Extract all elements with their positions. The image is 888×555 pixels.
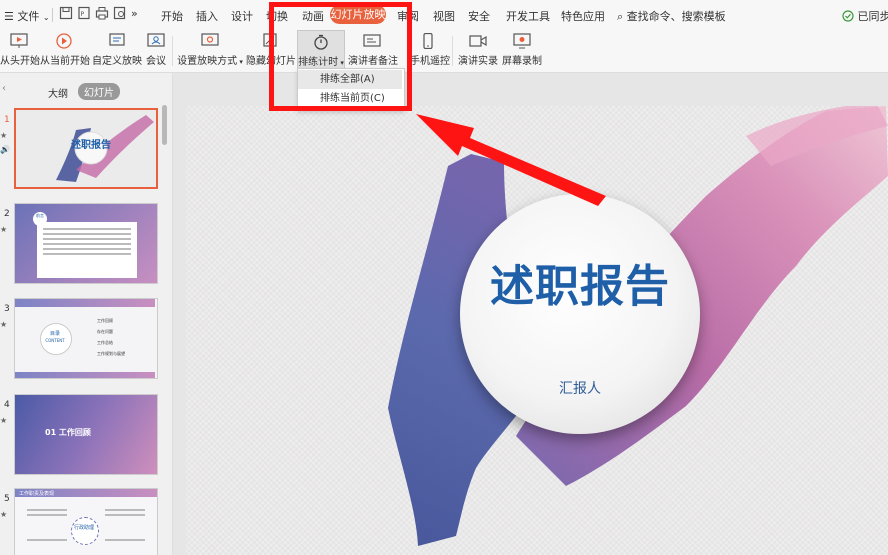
ribbon-toolbar: 从头开始 从当前开始 自定义放映 会议 设置放映方式 ▾ 隐藏幻灯片 排练计时 … xyxy=(0,30,888,73)
slide-panel: 大纲 幻灯片 ‹ 1 ★ 🔊 述职报告 2 ★ 前言 3 ★ 目录 CONTEN… xyxy=(0,73,173,555)
thumb-toc-item: 工作总结 xyxy=(97,340,113,345)
phone-remote-button[interactable]: 手机遥控 xyxy=(410,30,450,72)
thumb-toc-subtitle: CONTENT xyxy=(45,338,65,343)
slide-thumbnail-2[interactable]: 前言 xyxy=(14,203,158,284)
thumb-toc-item: 工作规划与展望 xyxy=(97,351,125,356)
save-icon[interactable] xyxy=(59,6,73,20)
slide-subtitle[interactable]: 汇报人 xyxy=(460,378,700,398)
screen-record-icon xyxy=(513,33,531,49)
thumb-text-box xyxy=(37,222,137,278)
meeting-icon xyxy=(147,33,165,47)
tab-transition[interactable]: 切换 xyxy=(266,8,288,24)
stopwatch-icon xyxy=(314,34,328,50)
slide-thumbnail-5[interactable]: 工作职责及表现 行政助理 xyxy=(14,488,158,555)
meeting-button[interactable]: 会议 xyxy=(144,30,168,72)
tab-slideshow[interactable]: 幻灯片放映 xyxy=(330,5,386,24)
print-icon[interactable] xyxy=(95,6,109,20)
phone-icon xyxy=(423,33,433,49)
play-from-start-button[interactable]: 从头开始 xyxy=(0,30,40,72)
slide-number: 4 xyxy=(4,400,10,410)
command-search[interactable]: ⌕ 查找命令、搜索模板 xyxy=(617,8,726,24)
animation-star-icon: ★ xyxy=(0,416,8,425)
speaker-notes-icon xyxy=(363,34,381,47)
animation-star-icon: ★ xyxy=(0,510,8,519)
cloud-sync-icon xyxy=(842,10,854,22)
animation-star-icon: ★ xyxy=(0,225,8,234)
animation-star-icon: ★ xyxy=(0,131,8,140)
tab-slides[interactable]: 幻灯片 xyxy=(78,83,120,100)
tab-home[interactable]: 开始 xyxy=(161,8,183,24)
hide-slide-button[interactable]: 隐藏幻灯片 xyxy=(246,30,296,72)
play-from-start-icon xyxy=(10,33,28,48)
rehearse-timing-button[interactable]: 排练计时 ▾ xyxy=(297,30,345,72)
custom-show-button[interactable]: 自定义放映 xyxy=(92,30,142,72)
tab-outline[interactable]: 大纲 xyxy=(48,85,68,100)
slide-number: 3 xyxy=(4,304,10,314)
slide-thumbnail-1[interactable]: 述职报告 xyxy=(14,108,158,189)
rehearse-timing-menu: 排练全部(A) 排练当前页(C) xyxy=(297,68,405,111)
slide-canvas[interactable]: 述职报告 汇报人 xyxy=(186,106,888,555)
tab-view[interactable]: 视图 xyxy=(433,8,455,24)
thumb-slide-5-badge: 行政助理 xyxy=(73,525,94,531)
record-presentation-button[interactable]: 演讲实录 xyxy=(457,30,499,72)
slide-number: 5 xyxy=(4,494,10,504)
rehearse-all-item[interactable]: 排练全部(A) xyxy=(298,70,402,89)
slide-number: 2 xyxy=(4,209,10,219)
thumb-toc-item: 存在问题 xyxy=(97,329,113,334)
play-current-icon xyxy=(56,33,72,49)
search-icon: ⌕ xyxy=(617,10,624,23)
export-pdf-icon[interactable]: P xyxy=(77,6,91,20)
slideshow-settings-icon xyxy=(201,33,219,46)
thumb-title: 述职报告 xyxy=(71,140,111,151)
custom-show-icon xyxy=(109,33,125,46)
hide-slide-icon xyxy=(263,33,277,47)
tab-security[interactable]: 安全 xyxy=(468,8,490,24)
slide-thumbnail-3[interactable]: 目录 CONTENT 工作回顾 存在问题 工作总结 工作规划与展望 xyxy=(14,298,158,379)
play-from-current-button[interactable]: 从当前开始 xyxy=(40,30,90,72)
thumb-section-title: 01 工作回顾 xyxy=(45,428,91,437)
tab-developer[interactable]: 开发工具 xyxy=(506,8,550,24)
tab-animation[interactable]: 动画 xyxy=(302,8,324,24)
menu-bar: ☰ 文件 ⌄ P » 开始 插入 设计 切换 动画 幻灯片放映 审阅 视图 安全… xyxy=(0,0,888,30)
rehearse-current-item[interactable]: 排练当前页(C) xyxy=(298,89,402,108)
panel-scrollbar[interactable] xyxy=(162,105,167,145)
tab-special-apps[interactable]: 特色应用 xyxy=(561,8,605,24)
slideshow-settings-button[interactable]: 设置放映方式 ▾ xyxy=(177,30,243,72)
animation-star-icon: ★ xyxy=(0,320,8,329)
speaker-notes-button[interactable]: 演讲者备注 xyxy=(348,30,398,72)
file-menu[interactable]: ☰ 文件 ⌄ xyxy=(4,8,50,24)
tab-insert[interactable]: 插入 xyxy=(196,8,218,24)
sync-status[interactable]: 已同步 xyxy=(842,8,888,24)
title-circle xyxy=(460,194,700,434)
svg-text:P: P xyxy=(81,11,85,18)
slide-thumbnail-4[interactable]: 01 工作回顾 xyxy=(14,394,158,475)
tab-design[interactable]: 设计 xyxy=(231,8,253,24)
panel-collapse-icon[interactable]: ‹ xyxy=(2,83,6,94)
thumb-toc-title: 目录 xyxy=(49,331,60,337)
thumb-toc-item: 工作回顾 xyxy=(97,318,113,323)
thumb-slide-5-title: 工作职责及表现 xyxy=(19,491,55,497)
print-preview-icon[interactable] xyxy=(113,6,127,20)
chevron-down-icon: ⌄ xyxy=(42,13,50,22)
hamburger-icon: ☰ xyxy=(4,10,14,23)
screen-record-button[interactable]: 屏幕录制 xyxy=(502,30,542,72)
tab-review[interactable]: 审阅 xyxy=(397,8,419,24)
slide-title[interactable]: 述职报告 xyxy=(460,250,700,314)
video-camera-icon xyxy=(469,35,487,47)
audio-icon: 🔊 xyxy=(0,145,10,154)
overflow-icon[interactable]: » xyxy=(131,7,138,20)
slide-number: 1 xyxy=(4,115,10,125)
